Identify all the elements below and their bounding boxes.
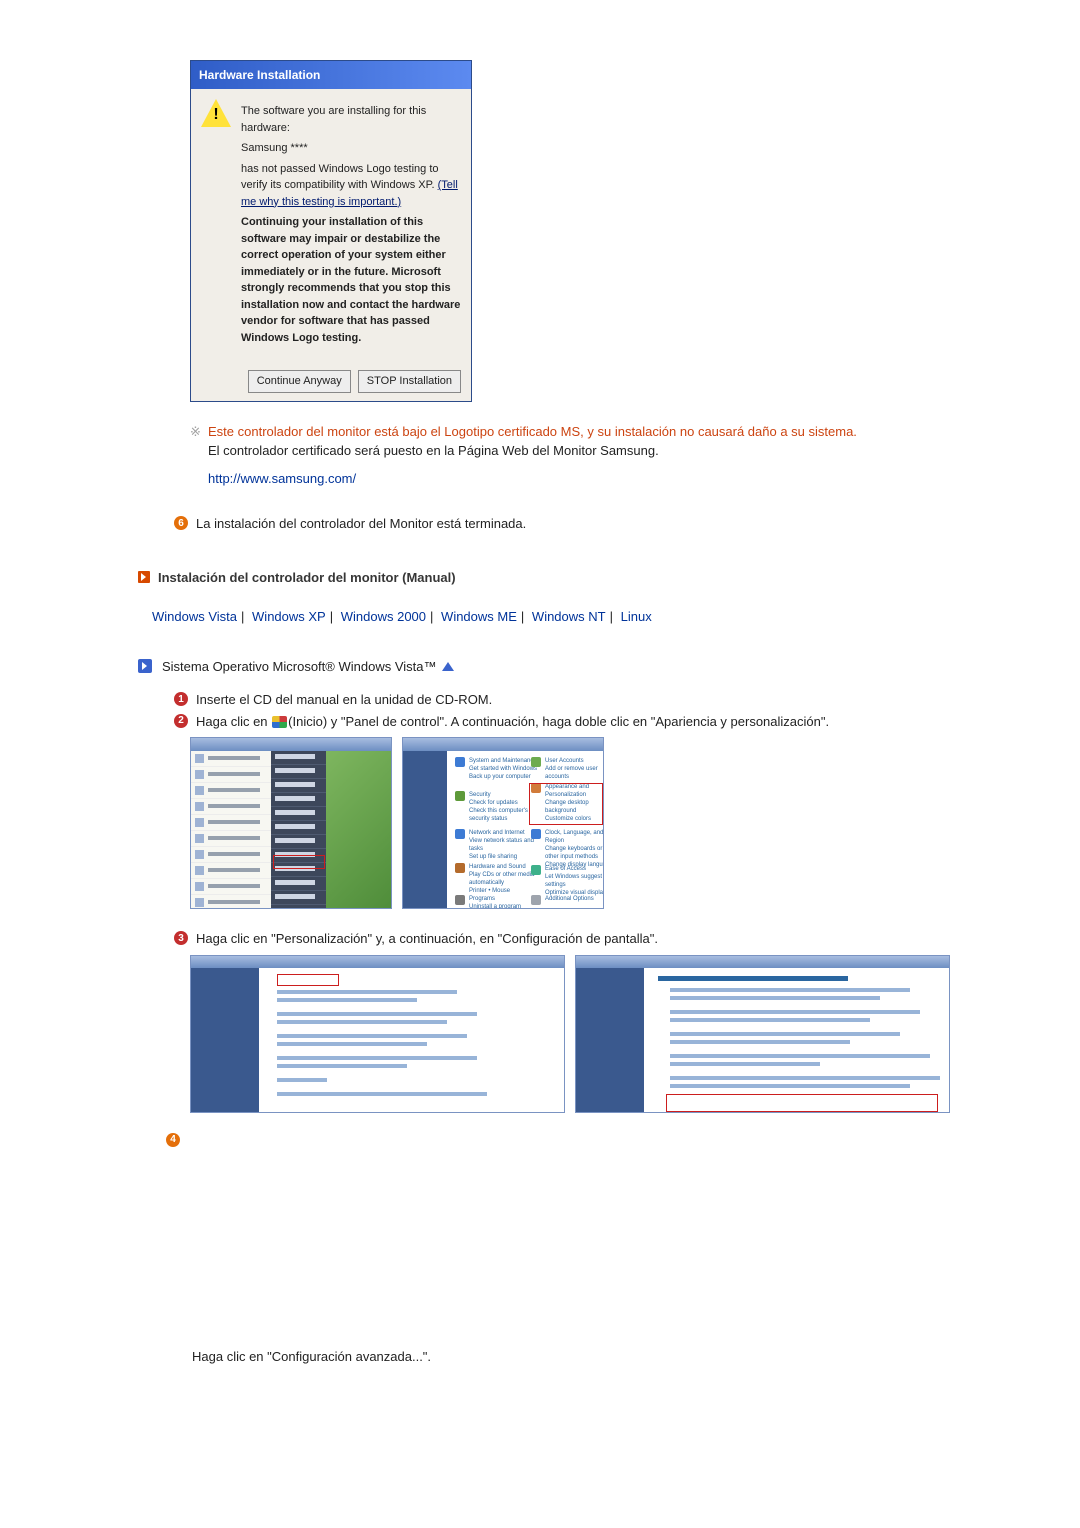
sub-title: Sistema Operativo Microsoft® Windows Vis… <box>162 657 436 677</box>
link-windows-me[interactable]: Windows ME <box>441 609 517 624</box>
start-orb-icon <box>272 716 287 728</box>
advanced-settings-text: Haga clic en "Configuración avanzada..."… <box>192 1347 950 1367</box>
step-3-text: Haga clic en "Personalización" y, a cont… <box>196 929 658 949</box>
link-windows-2000[interactable]: Windows 2000 <box>341 609 426 624</box>
step-2-text: Haga clic en (Inicio) y "Panel de contro… <box>196 712 829 732</box>
section-arrow-icon <box>138 571 150 583</box>
warning-icon <box>201 99 231 127</box>
samsung-url-link[interactable]: http://www.samsung.com/ <box>208 471 356 486</box>
continue-anyway-button[interactable]: Continue Anyway <box>248 370 351 393</box>
dialog-device: Samsung **** <box>241 140 461 157</box>
step-3-badge: 3 <box>174 931 188 945</box>
screenshot-personalization <box>575 955 950 1113</box>
os-links-row: Windows Vista| Windows XP| Windows 2000|… <box>152 607 950 627</box>
step-6-text: La instalación del controlador del Monit… <box>196 514 526 534</box>
stop-installation-button[interactable]: STOP Installation <box>358 370 461 393</box>
step-1-text: Inserte el CD del manual en la unidad de… <box>196 690 492 710</box>
screenshot-control-panel: System and MaintenanceGet started with W… <box>402 737 604 909</box>
step-4-badge: 4 <box>166 1133 180 1147</box>
dialog-line1: The software you are installing for this… <box>241 103 461 136</box>
note-line2: El controlador certificado será puesto e… <box>208 443 659 458</box>
step-2-badge: 2 <box>174 714 188 728</box>
link-linux[interactable]: Linux <box>621 609 652 624</box>
screenshot-start-menu <box>190 737 392 909</box>
dialog-title: Hardware Installation <box>191 61 471 89</box>
sub-play-icon <box>138 659 152 673</box>
note-mark-icon: ※ <box>190 422 208 442</box>
up-triangle-icon <box>442 662 454 671</box>
link-windows-xp[interactable]: Windows XP <box>252 609 326 624</box>
screenshot-appearance <box>190 955 565 1113</box>
step-6-badge: 6 <box>174 516 188 530</box>
hardware-installation-dialog: Hardware Installation The software you a… <box>190 60 472 402</box>
step-1-badge: 1 <box>174 692 188 706</box>
link-windows-vista[interactable]: Windows Vista <box>152 609 237 624</box>
note-line1: Este controlador del monitor está bajo e… <box>208 424 857 439</box>
dialog-warning-text: Continuing your installation of this sof… <box>241 214 461 346</box>
link-windows-nt[interactable]: Windows NT <box>532 609 606 624</box>
dialog-compat-line: has not passed Windows Logo testing to v… <box>241 161 461 211</box>
section-title: Instalación del controlador del monitor … <box>158 568 456 588</box>
